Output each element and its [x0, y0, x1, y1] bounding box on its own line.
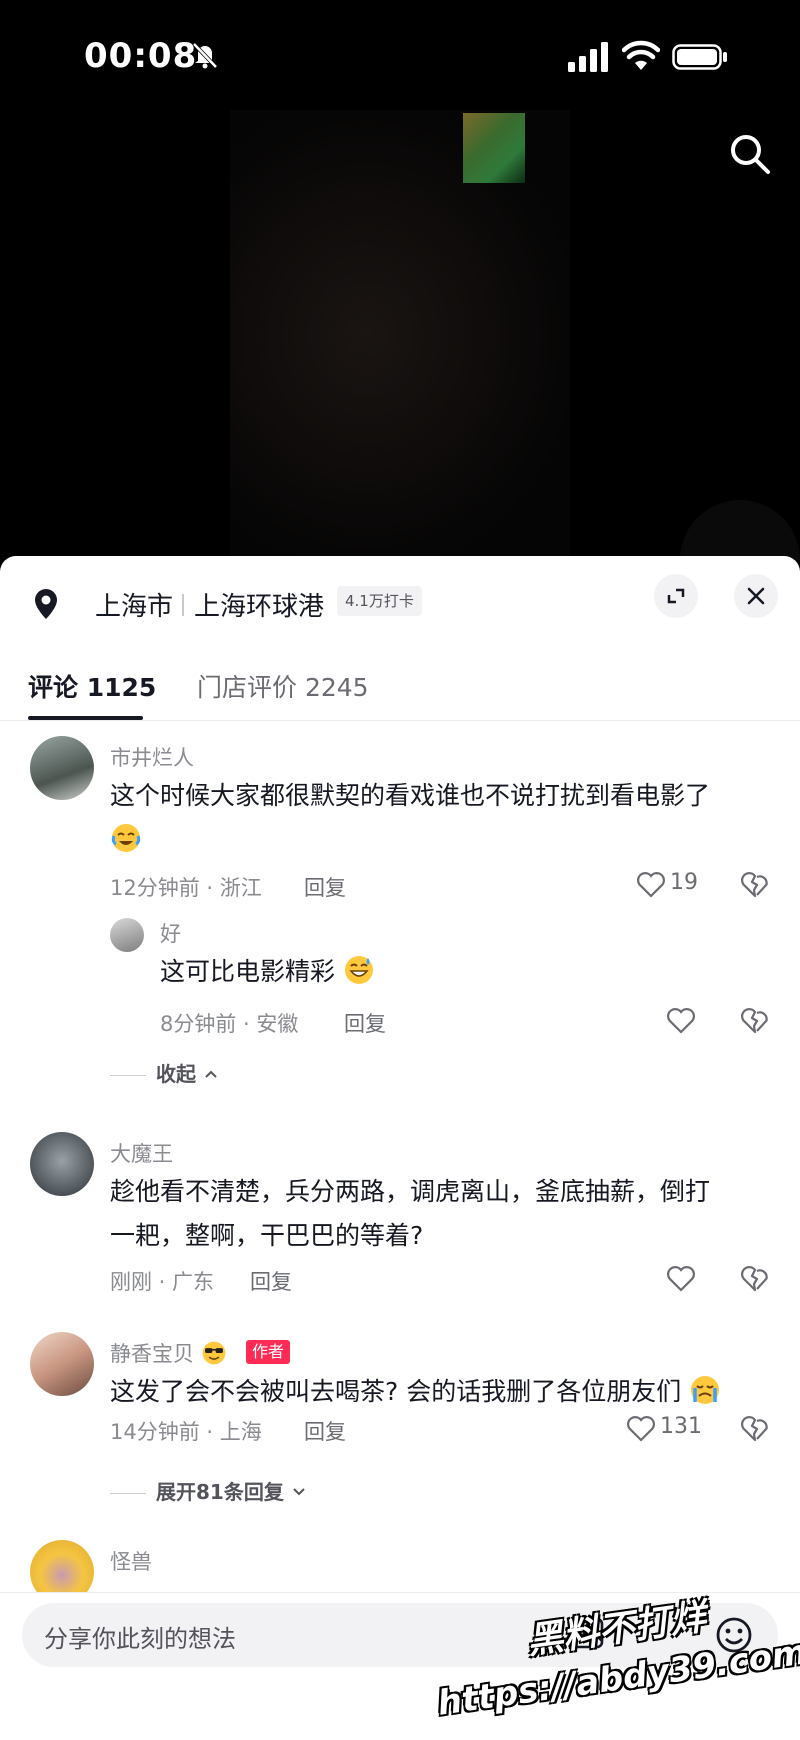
- reply-button[interactable]: 回复: [304, 872, 346, 902]
- like-count: 131: [660, 1414, 702, 1439]
- location-pin-icon: [35, 589, 57, 619]
- heart-icon[interactable]: [666, 1006, 696, 1034]
- heart-icon: [627, 1416, 655, 1442]
- sunglasses-emoji: [202, 1341, 226, 1365]
- comment-username[interactable]: 怪兽: [110, 1546, 152, 1576]
- toggle-line: [110, 1075, 146, 1076]
- comment-text-line: 一耙，整啊，干巴巴的等着?: [110, 1221, 424, 1250]
- grin-sweat-emoji: [344, 956, 373, 984]
- reply-avatar[interactable]: [110, 918, 144, 952]
- broken-heart-icon[interactable]: [740, 1264, 770, 1292]
- comment-meta: 14分钟前 · 上海: [110, 1420, 262, 1444]
- silent-bell-icon: [192, 42, 218, 69]
- tab-comments[interactable]: 评论 1125: [28, 668, 156, 704]
- broken-heart-icon[interactable]: [740, 1414, 770, 1442]
- wifi-icon: [622, 40, 660, 70]
- chevron-up-icon: [205, 1070, 217, 1078]
- reply-button[interactable]: 回复: [344, 1008, 386, 1038]
- video-frame: [230, 110, 800, 560]
- avatar[interactable]: [30, 1332, 94, 1396]
- chevron-down-icon: [293, 1488, 305, 1496]
- close-icon: [747, 587, 765, 605]
- reply-meta: 8分钟前 · 安徽: [160, 1012, 299, 1036]
- comment-item: 市井烂人 这个时候大家都很默契的看戏谁也不说打扰到看电影了 12分钟前 · 浙江…: [0, 736, 800, 1036]
- broken-heart-icon[interactable]: [740, 1006, 770, 1034]
- cry-laugh-emoji: [111, 824, 141, 852]
- cellular-signal-icon: [568, 42, 608, 72]
- audience-silhouette: [680, 500, 800, 560]
- collapse-replies-button[interactable]: 收起: [110, 1058, 219, 1087]
- video-player[interactable]: [0, 110, 800, 560]
- like-button[interactable]: 131: [626, 1414, 716, 1444]
- comment-username[interactable]: 大魔王: [110, 1138, 173, 1168]
- comment-text-line: 趁他看不清楚，兵分两路，调虎离山，釜底抽薪，倒打: [110, 1177, 711, 1206]
- collapse-label: 收起: [156, 1062, 196, 1086]
- comment-meta: 刚刚 · 广东: [110, 1270, 215, 1294]
- reply-text-line: 这可比电影精彩: [160, 957, 336, 986]
- comment-username[interactable]: 静香宝贝: [110, 1338, 227, 1368]
- reply-button[interactable]: 回复: [250, 1266, 292, 1296]
- like-button[interactable]: 19: [636, 870, 706, 900]
- location-divider: [182, 594, 184, 616]
- broken-heart-icon[interactable]: [740, 870, 770, 898]
- comment-item: 大魔王 趁他看不清楚，兵分两路，调虎离山，釜底抽薪，倒打 一耙，整啊，干巴巴的等…: [0, 1132, 800, 1302]
- expand-replies-button[interactable]: 展开81条回复: [110, 1476, 307, 1505]
- search-icon[interactable]: [726, 130, 774, 178]
- comment-username[interactable]: 市井烂人: [110, 742, 194, 772]
- heart-icon: [637, 872, 665, 898]
- expand-button[interactable]: [654, 574, 698, 618]
- battery-icon: [672, 44, 727, 70]
- comment-tabs: 评论 1125 门店评价 2245: [0, 652, 800, 721]
- comment-text-line: 这发了会不会被叫去喝茶? 会的话我删了各位朋友们: [110, 1377, 682, 1406]
- crying-emoji: [691, 1376, 720, 1404]
- reply-button[interactable]: 回复: [304, 1416, 346, 1446]
- avatar[interactable]: [30, 1132, 94, 1196]
- comment-text: 这个时候大家都很默契的看戏谁也不说打扰到看电影了: [110, 774, 780, 862]
- username-text: 静香宝贝: [110, 1342, 194, 1366]
- avatar[interactable]: [30, 736, 94, 800]
- active-tab-indicator: [28, 716, 143, 720]
- watermark: 黑料不打烊 https://abdy39.com: [430, 1597, 800, 1730]
- close-button[interactable]: [734, 574, 778, 618]
- author-badge: 作者: [246, 1340, 291, 1364]
- toggle-line: [110, 1493, 146, 1494]
- comment-input-placeholder: 分享你此刻的想法: [44, 1625, 236, 1653]
- comment-text-line: 这个时候大家都很默契的看戏谁也不说打扰到看电影了: [110, 781, 711, 810]
- comment-meta: 12分钟前 · 浙江: [110, 876, 262, 900]
- location-bar[interactable]: 上海市 上海环球港 4.1万打卡: [0, 556, 800, 652]
- reply-text: 这可比电影精彩: [160, 950, 760, 994]
- location-city[interactable]: 上海市: [95, 586, 173, 623]
- comment-sheet: 上海市 上海环球港 4.1万打卡 评论 1125 门店评价 2245 市井烂人 …: [0, 556, 800, 1739]
- status-bar: 00:08: [0, 0, 800, 110]
- tab-store-reviews[interactable]: 门店评价 2245: [197, 668, 369, 704]
- expand-icon: [667, 588, 685, 604]
- location-place[interactable]: 上海环球港: [194, 586, 324, 623]
- status-time: 00:08: [84, 36, 198, 76]
- cinema-screen-glow: [463, 113, 525, 183]
- comment-text: 趁他看不清楚，兵分两路，调虎离山，釜底抽薪，倒打 一耙，整啊，干巴巴的等着?: [110, 1170, 790, 1258]
- expand-label: 展开81条回复: [156, 1480, 284, 1504]
- checkin-count-badge: 4.1万打卡: [337, 586, 422, 616]
- comment-text: 这发了会不会被叫去喝茶? 会的话我删了各位朋友们: [110, 1370, 800, 1414]
- reply-username[interactable]: 好: [160, 918, 181, 948]
- heart-icon[interactable]: [666, 1264, 696, 1292]
- like-count: 19: [670, 870, 698, 895]
